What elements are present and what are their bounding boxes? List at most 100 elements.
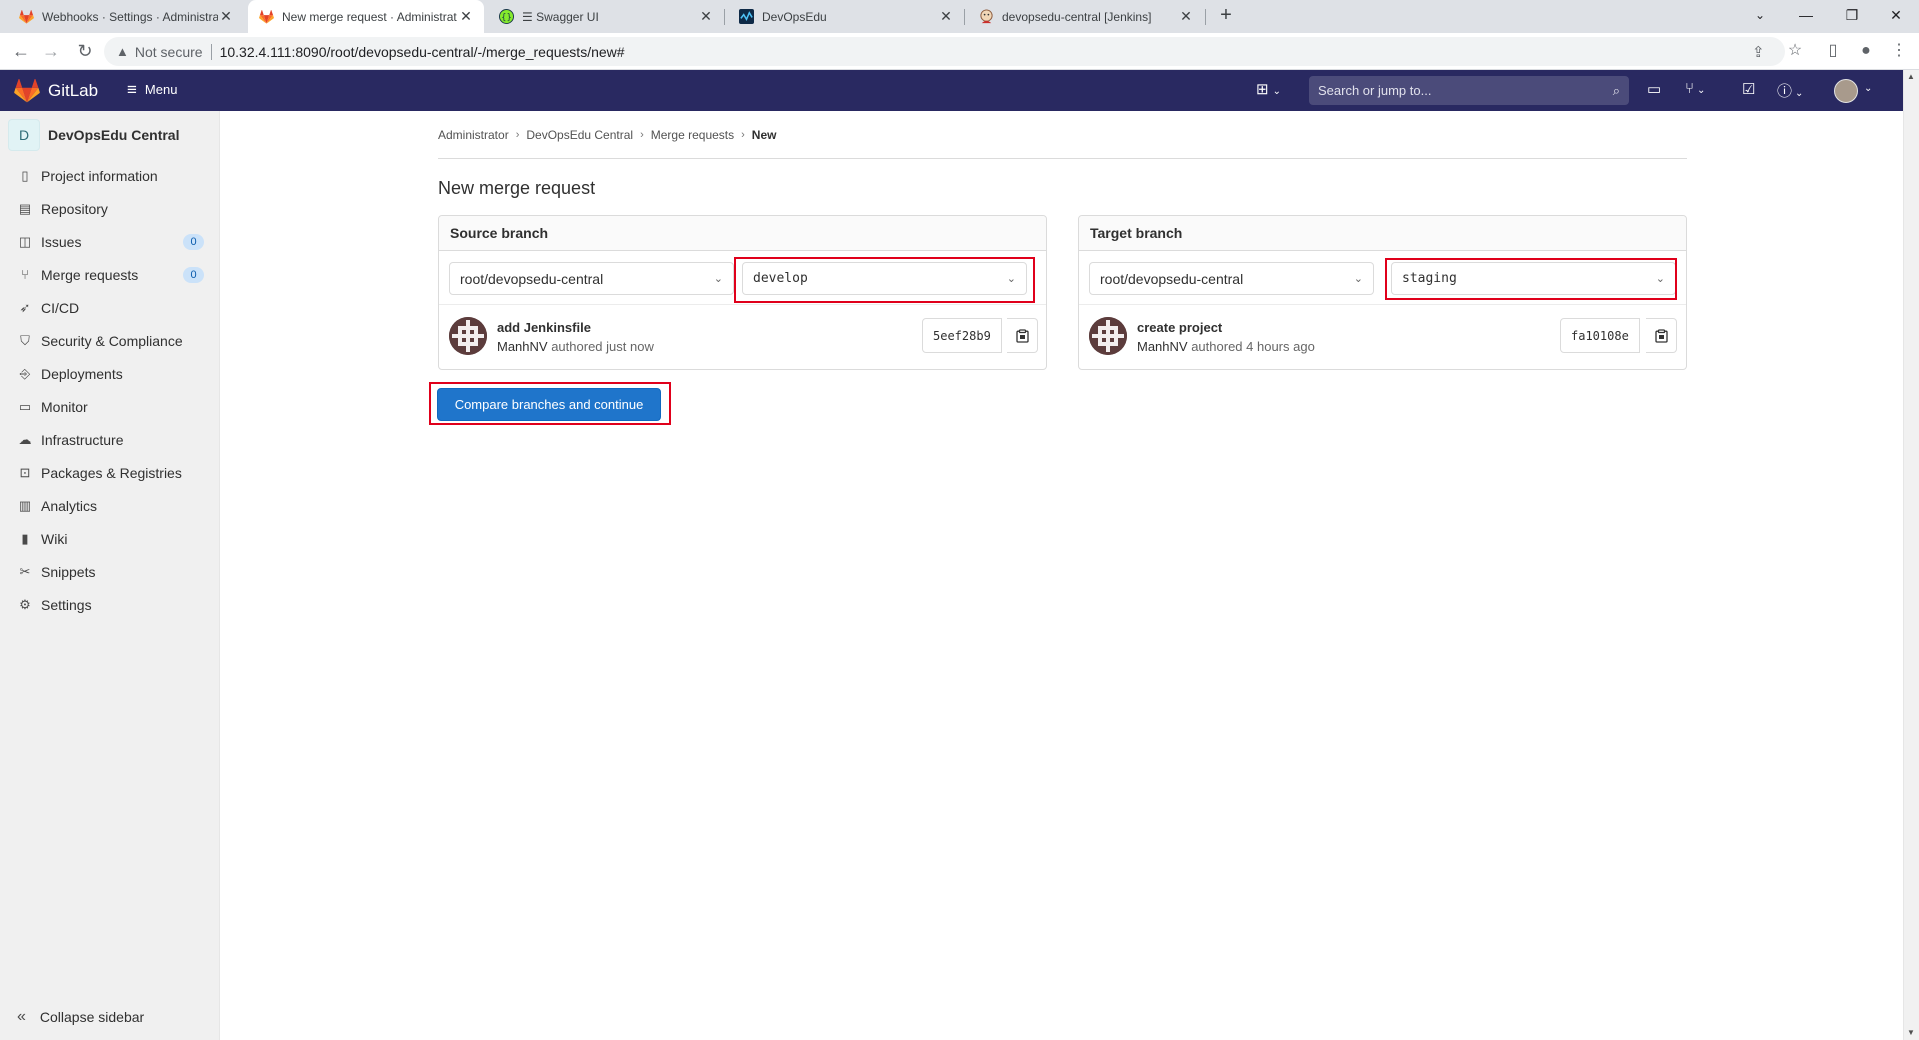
merge-request-icon: ⑂ xyxy=(1685,80,1695,97)
sidebar-item-label: Settings xyxy=(41,596,92,613)
source-project-dropdown[interactable]: root/devopsedu-central ⌄ xyxy=(449,262,734,295)
author-avatar[interactable] xyxy=(1089,317,1127,355)
brand-name[interactable]: GitLab xyxy=(48,81,98,101)
browser-tab[interactable]: devopsedu-central [Jenkins] ✕ xyxy=(968,0,1204,33)
url-text[interactable]: 10.32.4.111:8090/root/devopsedu-central/… xyxy=(220,44,625,60)
sidebar-item-label: Wiki xyxy=(41,530,68,547)
jenkins-icon xyxy=(978,9,994,25)
chevron-down-icon: ⌄ xyxy=(1353,273,1363,285)
page-scrollbar[interactable]: ▲ ▼ xyxy=(1903,70,1919,1040)
todo-icon[interactable]: ☑ xyxy=(1742,80,1755,98)
sidebar-item-wiki[interactable]: ▮ Wiki xyxy=(0,522,220,555)
sidebar-item-label: Monitor xyxy=(41,398,88,415)
sidebar-item-label: Repository xyxy=(41,200,108,217)
commit-message[interactable]: create project xyxy=(1137,320,1222,335)
side-panel-icon[interactable]: ▯ xyxy=(1820,39,1846,65)
merge-request-icon: ⑂ xyxy=(21,267,29,282)
help-dropdown[interactable]: ⓘ ⌄ xyxy=(1777,80,1803,101)
create-new-dropdown[interactable]: ⊞ ⌄ xyxy=(1256,80,1281,98)
gitlab-home-link[interactable]: GitLab xyxy=(14,79,98,103)
commit-message[interactable]: add Jenkinsfile xyxy=(497,320,591,335)
close-icon[interactable]: ✕ xyxy=(1178,8,1194,25)
search-input[interactable]: Search or jump to... ⌕ xyxy=(1309,76,1629,105)
source-branch-panel: Source branch root/devopsedu-central ⌄ d… xyxy=(438,215,1047,370)
window-close-button[interactable]: ✕ xyxy=(1873,0,1919,33)
package-icon: ⊡ xyxy=(19,464,31,480)
profile-icon[interactable]: ● xyxy=(1853,39,1879,65)
issues-icon: ◫ xyxy=(18,233,32,249)
tab-separator xyxy=(724,9,725,25)
project-name: DevOpsEdu Central xyxy=(48,127,180,143)
sidebar-item-analytics[interactable]: ▥ Analytics xyxy=(0,489,220,522)
chevron-down-icon[interactable]: ⌄ xyxy=(1864,83,1872,94)
close-icon[interactable]: ✕ xyxy=(458,8,474,25)
security-label[interactable]: Not secure xyxy=(135,44,203,60)
target-project-dropdown[interactable]: root/devopsedu-central ⌄ xyxy=(1089,262,1374,295)
kebab-menu-icon[interactable]: ⋮ xyxy=(1886,39,1912,65)
close-icon[interactable]: ✕ xyxy=(698,8,714,25)
breadcrumb-link[interactable]: DevOpsEdu Central xyxy=(526,128,633,142)
restore-button[interactable]: ❐ xyxy=(1829,0,1875,33)
url-omnibox[interactable]: ▲ Not secure 10.32.4.111:8090/root/devop… xyxy=(104,37,1785,66)
user-avatar[interactable] xyxy=(1834,79,1858,103)
sidebar-item-monitor[interactable]: ▭ Monitor xyxy=(0,390,220,423)
chevron-right-icon: › xyxy=(640,129,644,141)
scroll-down-arrow-icon[interactable]: ▼ xyxy=(1907,1028,1915,1037)
breadcrumb-link[interactable]: Administrator xyxy=(438,128,509,142)
sidebar-item-security-compliance[interactable]: ⛉ Security & Compliance xyxy=(0,324,220,357)
tab-title: DevOpsEdu xyxy=(762,9,827,24)
warning-triangle-icon[interactable]: ▲ xyxy=(116,44,129,59)
bookmark-star-icon[interactable]: ☆ xyxy=(1782,39,1808,65)
compare-button-highlight xyxy=(429,382,671,425)
scroll-up-arrow-icon[interactable]: ▲ xyxy=(1907,72,1915,81)
browser-tab-active[interactable]: New merge request · Administrat ✕ xyxy=(248,0,484,33)
tab-title: ☰ Swagger UI xyxy=(522,9,599,24)
chevron-right-icon: › xyxy=(741,129,745,141)
author-avatar[interactable] xyxy=(449,317,487,355)
close-icon[interactable]: ✕ xyxy=(218,8,234,25)
issues-nav-icon[interactable]: ▭ xyxy=(1647,80,1661,98)
commit-sha[interactable]: 5eef28b9 xyxy=(922,318,1002,353)
breadcrumb-current[interactable]: New xyxy=(752,128,777,142)
share-icon[interactable]: ⇪ xyxy=(1752,43,1765,61)
breadcrumb: Administrator › DevOpsEdu Central › Merg… xyxy=(438,128,776,142)
sidebar-item-deployments[interactable]: ⎆ Deployments xyxy=(0,357,220,390)
new-tab-button[interactable]: + xyxy=(1214,4,1238,28)
sidebar-item-infrastructure[interactable]: ☁ Infrastructure xyxy=(0,423,220,456)
browser-tab-strip: Webhooks · Settings · Administrat ✕ New … xyxy=(0,0,1919,33)
browser-tab[interactable]: Webhooks · Settings · Administrat ✕ xyxy=(8,0,244,33)
merge-requests-dropdown[interactable]: ⑂ ⌄ xyxy=(1685,80,1705,97)
copy-sha-button[interactable] xyxy=(1646,318,1677,353)
back-arrow-icon[interactable]: ← xyxy=(8,39,34,65)
sidebar-item-settings[interactable]: ⚙ Settings xyxy=(0,588,220,621)
commit-author-line: ManhNV authored just now xyxy=(497,339,654,354)
minimize-button[interactable]: — xyxy=(1783,0,1829,33)
chart-icon: ▥ xyxy=(18,497,32,513)
commit-time: authored 4 hours ago xyxy=(1191,339,1315,354)
sidebar-item-issues[interactable]: ◫ Issues 0 xyxy=(0,225,220,258)
book-icon: ▮ xyxy=(21,530,29,546)
copy-sha-button[interactable] xyxy=(1007,318,1038,353)
menu-button[interactable]: ≡ Menu xyxy=(127,81,177,98)
sidebar-project-link[interactable]: D DevOpsEdu Central xyxy=(8,119,212,151)
collapse-sidebar-button[interactable]: « Collapse sidebar xyxy=(17,1008,144,1026)
breadcrumb-link[interactable]: Merge requests xyxy=(651,128,734,142)
tab-search-chevron-icon[interactable]: ⌄ xyxy=(1737,0,1783,33)
sidebar-item-packages-registries[interactable]: ⊡ Packages & Registries xyxy=(0,456,220,489)
sidebar-item-ci-cd[interactable]: ➶ CI/CD xyxy=(0,291,220,324)
chevron-down-icon: ⌄ xyxy=(713,273,723,285)
sidebar-item-repository[interactable]: ▤ Repository xyxy=(0,192,220,225)
copy-icon xyxy=(1015,328,1029,343)
sidebar-item-merge-requests[interactable]: ⑂ Merge requests 0 xyxy=(0,258,220,291)
browser-tab[interactable]: DevOpsEdu ✕ xyxy=(728,0,964,33)
browser-tab[interactable]: {} ☰ Swagger UI ✕ xyxy=(488,0,724,33)
commit-author[interactable]: ManhNV xyxy=(497,339,548,354)
close-icon[interactable]: ✕ xyxy=(938,8,954,25)
commit-sha[interactable]: fa10108e xyxy=(1560,318,1640,353)
forward-arrow-icon[interactable]: → xyxy=(38,39,64,65)
commit-author[interactable]: ManhNV xyxy=(1137,339,1188,354)
sidebar-item-snippets[interactable]: ✂ Snippets xyxy=(0,555,220,588)
sidebar-item-project-information[interactable]: ▯ Project information xyxy=(0,159,220,192)
reload-icon[interactable]: ↻ xyxy=(72,39,98,65)
sidebar-item-label: Analytics xyxy=(41,497,98,514)
